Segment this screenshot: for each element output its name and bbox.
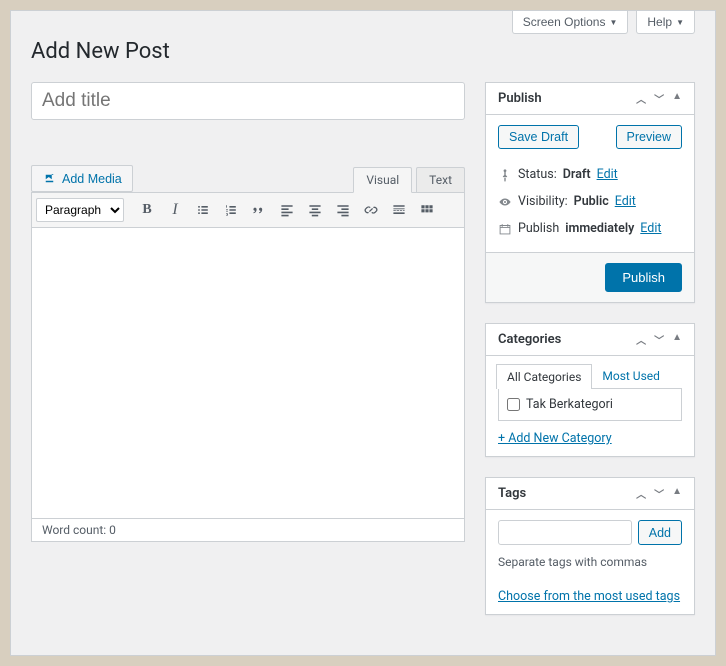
add-new-category-link[interactable]: + Add New Category — [498, 431, 612, 446]
box-toggle-icon[interactable]: ▲ — [672, 332, 682, 347]
visibility-label: Visibility: — [518, 194, 568, 209]
tab-all-categories[interactable]: All Categories — [496, 364, 592, 389]
category-label: Tak Berkategori — [526, 397, 613, 412]
link-icon — [363, 202, 379, 218]
editor-status-bar: Word count: 0 — [32, 518, 464, 541]
bullet-list-button[interactable] — [190, 197, 216, 223]
italic-button[interactable]: I — [162, 197, 188, 223]
box-toggle-icon[interactable]: ▲ — [672, 91, 682, 106]
visibility-value: Public — [574, 194, 609, 209]
quote-icon — [251, 202, 267, 218]
read-more-icon — [391, 202, 407, 218]
post-title-input[interactable] — [31, 82, 465, 120]
numbered-list-button[interactable] — [218, 197, 244, 223]
categories-heading: Categories — [498, 332, 561, 347]
tab-most-used[interactable]: Most Used — [592, 364, 670, 389]
box-move-up-icon[interactable]: ︿ — [636, 486, 646, 501]
preview-button[interactable]: Preview — [616, 125, 682, 149]
box-move-up-icon[interactable]: ︿ — [636, 332, 646, 347]
align-left-button[interactable] — [274, 197, 300, 223]
tag-hint: Separate tags with commas — [498, 555, 682, 569]
main-column: Add Media Visual Text Paragraph B I — [31, 82, 465, 635]
edit-status-link[interactable]: Edit — [597, 167, 618, 182]
screen-meta: Screen Options Help — [512, 11, 695, 34]
camera-music-icon — [42, 171, 57, 186]
bullet-list-icon — [195, 202, 211, 218]
box-move-down-icon[interactable]: ﹀ — [654, 91, 664, 106]
align-center-button[interactable] — [302, 197, 328, 223]
read-more-button[interactable] — [386, 197, 412, 223]
edit-visibility-link[interactable]: Edit — [615, 194, 636, 209]
tab-visual[interactable]: Visual — [353, 167, 412, 193]
tags-heading: Tags — [498, 486, 526, 501]
toolbar-toggle-button[interactable] — [414, 197, 440, 223]
add-media-label: Add Media — [62, 172, 122, 186]
pin-icon — [498, 168, 512, 182]
visibility-icon — [498, 195, 512, 209]
category-item[interactable]: Tak Berkategori — [507, 397, 673, 412]
add-tag-button[interactable]: Add — [638, 520, 682, 545]
calendar-icon — [498, 222, 512, 236]
add-media-button[interactable]: Add Media — [31, 165, 133, 192]
save-draft-button[interactable]: Save Draft — [498, 125, 579, 149]
choose-tags-link[interactable]: Choose from the most used tags — [498, 589, 680, 604]
editor-content-area[interactable] — [32, 228, 464, 518]
box-move-up-icon[interactable]: ︿ — [636, 91, 646, 106]
tags-box: Tags ︿ ﹀ ▲ Add Separate tags with commas… — [485, 477, 695, 615]
tag-input[interactable] — [498, 520, 632, 545]
blockquote-button[interactable] — [246, 197, 272, 223]
format-select[interactable]: Paragraph — [36, 198, 124, 222]
publish-button[interactable]: Publish — [605, 263, 682, 292]
insert-link-button[interactable] — [358, 197, 384, 223]
editor-tabs: Visual Text — [349, 167, 465, 192]
status-value: Draft — [563, 167, 591, 182]
align-center-icon — [307, 202, 323, 218]
word-count: Word count: 0 — [42, 523, 116, 537]
publish-value: immediately — [565, 221, 634, 236]
editor-container: Paragraph B I — [31, 192, 465, 542]
side-column: Publish ︿ ﹀ ▲ Save Draft Preview Status: — [485, 82, 695, 635]
publish-label: Publish — [518, 221, 559, 236]
box-move-down-icon[interactable]: ﹀ — [654, 332, 664, 347]
align-right-icon — [335, 202, 351, 218]
post-editor-screen: Screen Options Help Add New Post Add Med… — [10, 10, 716, 656]
category-checkbox[interactable] — [507, 398, 520, 411]
status-label: Status: — [518, 167, 557, 182]
box-move-down-icon[interactable]: ﹀ — [654, 486, 664, 501]
box-toggle-icon[interactable]: ▲ — [672, 486, 682, 501]
kitchen-sink-icon — [419, 202, 435, 218]
editor-toolbar: Paragraph B I — [32, 193, 464, 228]
numbered-list-icon — [223, 202, 239, 218]
help-toggle[interactable]: Help — [636, 11, 695, 34]
tab-text[interactable]: Text — [416, 167, 465, 192]
edit-publish-link[interactable]: Edit — [640, 221, 661, 236]
categories-box: Categories ︿ ﹀ ▲ All Categories Most Use… — [485, 323, 695, 457]
publish-box: Publish ︿ ﹀ ▲ Save Draft Preview Status: — [485, 82, 695, 303]
bold-button[interactable]: B — [134, 197, 160, 223]
screen-options-toggle[interactable]: Screen Options — [512, 11, 629, 34]
publish-heading: Publish — [498, 91, 542, 106]
align-left-icon — [279, 202, 295, 218]
align-right-button[interactable] — [330, 197, 356, 223]
